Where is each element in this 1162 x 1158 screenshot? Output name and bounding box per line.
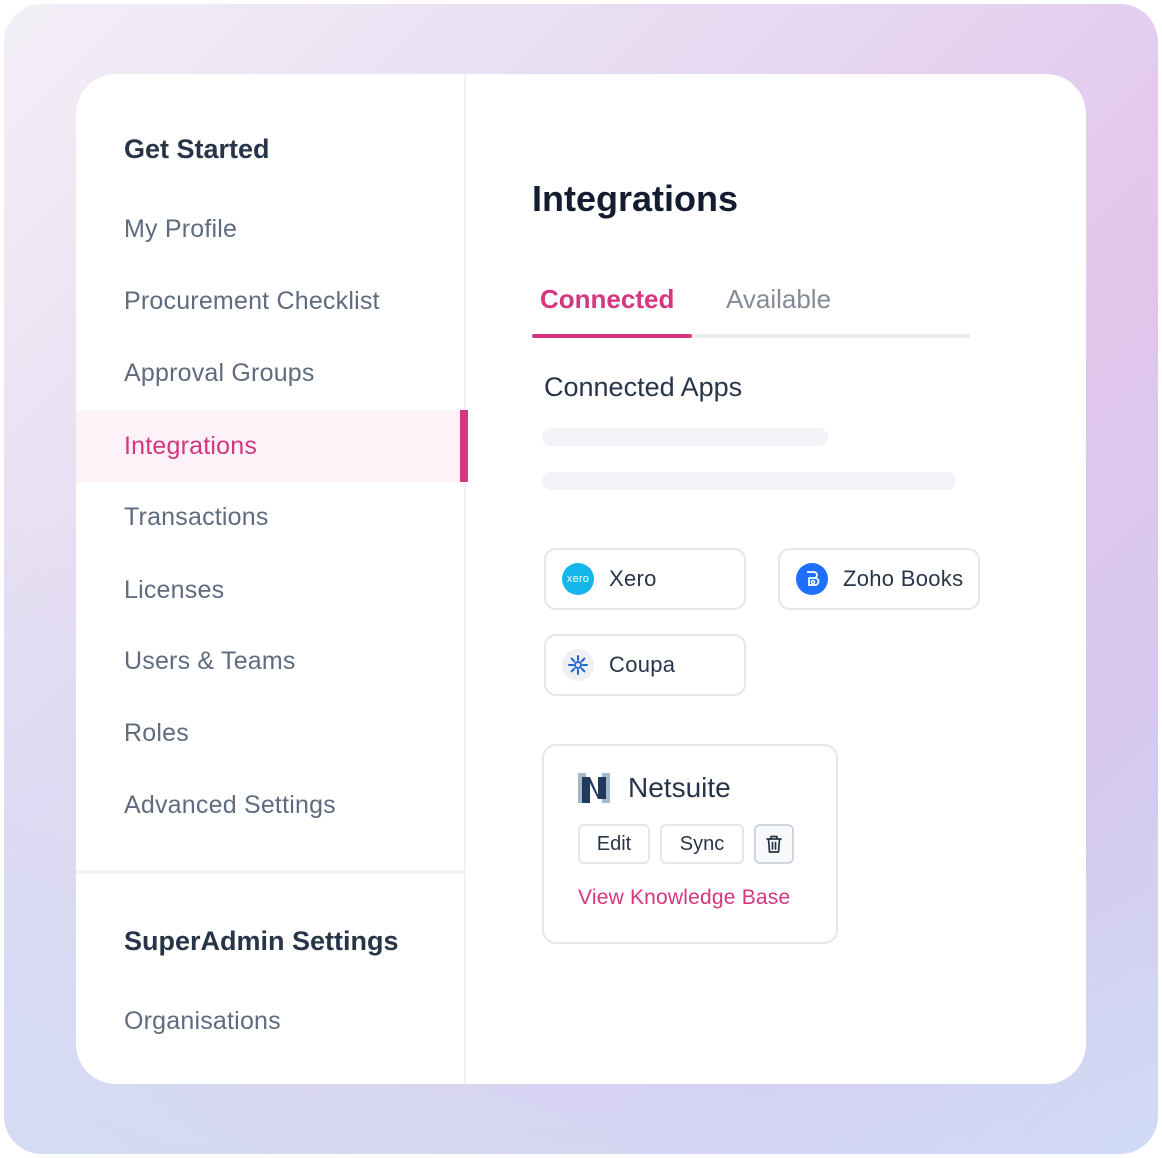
sidebar-item-my-profile[interactable]: My Profile <box>76 193 466 265</box>
sidebar-item-transactions[interactable]: Transactions <box>76 481 466 553</box>
loading-skeleton-line <box>542 428 828 446</box>
tab-connected[interactable]: Connected <box>540 284 674 315</box>
app-xero[interactable]: xero Xero <box>544 548 746 610</box>
superadmin-heading: SuperAdmin Settings <box>124 926 399 956</box>
app-zoho-books[interactable]: Zoho Books <box>778 548 980 610</box>
loading-skeleton-line <box>542 472 956 490</box>
netsuite-card: Netsuite Edit Sync View Knowledge Base <box>542 744 838 944</box>
netsuite-header: Netsuite <box>578 772 731 804</box>
sidebar-item-licenses[interactable]: Licenses <box>76 554 466 626</box>
app-name: Zoho Books <box>843 566 964 591</box>
settings-panel: Get Started My Profile Procurement Check… <box>76 74 1086 1084</box>
sidebar-item-integrations[interactable]: Integrations <box>76 410 468 482</box>
page-title: Integrations <box>532 178 739 219</box>
view-knowledge-base-link[interactable]: View Knowledge Base <box>578 886 790 910</box>
sidebar-item-roles[interactable]: Roles <box>76 697 466 769</box>
app-name: Coupa <box>609 652 676 677</box>
sidebar-item-users-teams[interactable]: Users & Teams <box>76 625 466 697</box>
connected-apps-heading: Connected Apps <box>544 372 743 402</box>
active-tab-indicator <box>532 334 692 338</box>
sidebar-item-approval-groups[interactable]: Approval Groups <box>76 337 466 409</box>
sidebar-item-organisations[interactable]: Organisations <box>76 985 466 1057</box>
integrations-content: Integrations Connected Available Connect… <box>466 74 1086 1084</box>
sync-button[interactable]: Sync <box>660 824 744 864</box>
zoho-books-logo-icon <box>796 563 828 595</box>
delete-button[interactable] <box>754 824 794 864</box>
get-started-heading: Get Started <box>124 134 270 164</box>
sidebar-item-procurement-checklist[interactable]: Procurement Checklist <box>76 265 466 337</box>
integration-tabs: Connected Available <box>532 278 970 338</box>
sidebar-divider <box>76 870 466 874</box>
xero-logo-icon: xero <box>562 563 594 595</box>
coupa-logo-icon <box>562 649 594 681</box>
edit-button[interactable]: Edit <box>578 824 650 864</box>
tab-available[interactable]: Available <box>726 284 831 315</box>
app-name: Xero <box>609 566 657 591</box>
trash-icon <box>766 835 782 853</box>
sidebar-item-advanced-settings[interactable]: Advanced Settings <box>76 769 466 841</box>
netsuite-name: Netsuite <box>628 772 731 803</box>
settings-sidebar: Get Started My Profile Procurement Check… <box>76 74 468 1084</box>
netsuite-logo-icon <box>578 773 610 803</box>
app-coupa[interactable]: Coupa <box>544 634 746 696</box>
